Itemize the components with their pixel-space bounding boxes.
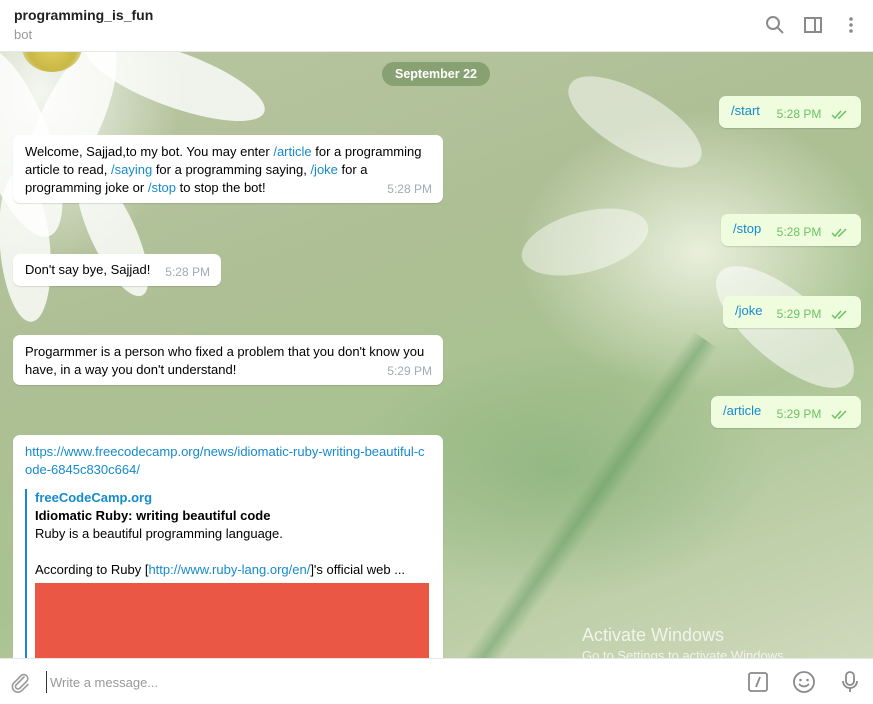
link-preview[interactable]: freeCodeCamp.org Idiomatic Ruby: writing… bbox=[25, 489, 431, 658]
outgoing-message[interactable]: /start 5:28 PM bbox=[719, 96, 861, 128]
activation-watermark: Activate Windows Go to Settings to activ… bbox=[582, 625, 787, 658]
message-time: 5:28 PM bbox=[387, 182, 432, 196]
attach-icon[interactable] bbox=[7, 669, 33, 695]
read-check-icon bbox=[831, 310, 847, 319]
message-input[interactable] bbox=[46, 671, 606, 693]
preview-image[interactable] bbox=[35, 583, 429, 658]
message-time: 5:29 PM bbox=[776, 307, 822, 321]
commands-icon[interactable] bbox=[745, 669, 771, 695]
watermark-title: Activate Windows bbox=[582, 625, 725, 645]
search-icon[interactable] bbox=[763, 13, 787, 37]
message-text[interactable]: /start bbox=[731, 103, 760, 118]
message-time: 5:28 PM bbox=[776, 107, 822, 121]
message-text[interactable]: /joke bbox=[735, 303, 762, 318]
message-text: Don't say bye, Sajjad! bbox=[25, 262, 151, 277]
incoming-message[interactable]: Progarmmer is a person who fixed a probl… bbox=[13, 335, 443, 385]
command-link-stop[interactable]: /stop bbox=[148, 180, 176, 195]
outgoing-message[interactable]: /joke 5:29 PM bbox=[723, 296, 861, 328]
command-link-saying[interactable]: /saying bbox=[111, 162, 152, 177]
preview-site-name: freeCodeCamp.org bbox=[35, 490, 153, 505]
incoming-message[interactable]: https://www.freecodecamp.org/news/idioma… bbox=[13, 435, 443, 658]
message-text[interactable]: /article bbox=[723, 403, 761, 418]
message-composer bbox=[0, 658, 873, 704]
microphone-icon[interactable] bbox=[837, 669, 863, 695]
chat-subtitle: bot bbox=[14, 27, 33, 42]
chat-history[interactable]: September 22 /start 5:28 PM Welcome, Saj… bbox=[0, 52, 873, 658]
sidebar-toggle-icon[interactable] bbox=[801, 13, 825, 37]
emoji-icon[interactable] bbox=[791, 669, 817, 695]
read-check-icon bbox=[831, 110, 847, 119]
message-text: Welcome, Sajjad,to my bot. You may enter… bbox=[25, 144, 422, 195]
date-separator: September 22 bbox=[382, 62, 490, 86]
watermark-subtitle: Go to Settings to activate Windows. bbox=[582, 648, 788, 658]
article-url-link[interactable]: https://www.freecodecamp.org/news/idioma… bbox=[25, 443, 431, 479]
message-text[interactable]: /stop bbox=[733, 221, 761, 236]
preview-excerpt: According to Ruby [http://www.ruby-lang.… bbox=[35, 562, 406, 577]
incoming-message[interactable]: Don't say bye, Sajjad! 5:28 PM bbox=[13, 254, 221, 286]
message-time: 5:29 PM bbox=[387, 364, 432, 378]
preview-description: Ruby is a beautiful programming language… bbox=[35, 526, 283, 541]
message-time: 5:28 PM bbox=[165, 265, 210, 279]
outgoing-message[interactable]: /article 5:29 PM bbox=[711, 396, 861, 428]
outgoing-message[interactable]: /stop 5:28 PM bbox=[721, 214, 861, 246]
command-link-article[interactable]: /article bbox=[273, 144, 311, 159]
message-text: Progarmmer is a person who fixed a probl… bbox=[25, 344, 425, 377]
message-time: 5:29 PM bbox=[776, 407, 822, 421]
ruby-lang-link[interactable]: http://www.ruby-lang.org/en/ bbox=[148, 562, 310, 577]
preview-title: Idiomatic Ruby: writing beautiful code bbox=[35, 508, 271, 523]
command-link-joke[interactable]: /joke bbox=[310, 162, 337, 177]
message-time: 5:28 PM bbox=[776, 225, 822, 239]
incoming-message[interactable]: Welcome, Sajjad,to my bot. You may enter… bbox=[13, 135, 443, 203]
read-check-icon bbox=[831, 410, 847, 419]
chat-title[interactable]: programming_is_fun bbox=[14, 7, 153, 23]
more-vertical-icon[interactable] bbox=[839, 13, 863, 37]
chat-header: programming_is_fun bot bbox=[0, 0, 873, 52]
read-check-icon bbox=[831, 228, 847, 237]
